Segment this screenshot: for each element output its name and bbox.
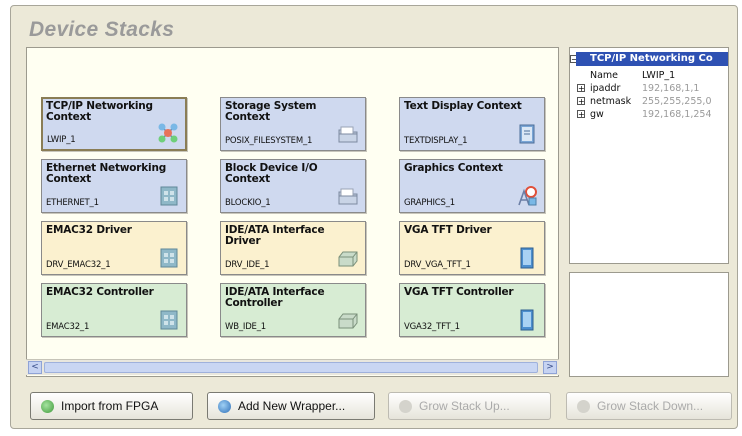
card-instance: BLOCKIO_1 [225,198,271,208]
card-title: Ethernet Networking Context [46,162,167,185]
expand-toggle-icon[interactable]: + [577,84,585,93]
card-instance: VGA32_TFT_1 [404,322,460,332]
stack-card-text-display-context[interactable]: Text Display Context TEXTDISPLAY_1 [399,97,545,151]
scroll-right-button[interactable]: > [543,361,557,374]
property-row-gw[interactable]: + gw 192,168,1,254 [576,108,728,121]
stack-card-vga-tft-driver[interactable]: VGA TFT Driver DRV_VGA_TFT_1 [399,221,545,275]
property-row-name[interactable]: Name LWIP_1 [576,69,728,82]
stack-card-block-device-context[interactable]: Block Device I/O Context BLOCKIO_1 [220,159,366,213]
property-value[interactable]: LWIP_1 [642,69,675,82]
stack-card-emac32-controller[interactable]: EMAC32 Controller EMAC32_1 [41,283,187,337]
card-instance: ETHERNET_1 [46,198,99,208]
button-label: Add New Wrapper... [238,399,346,413]
grow-up-icon [399,400,412,413]
ethernet-icon [160,186,178,206]
card-instance: TEXTDISPLAY_1 [404,136,468,146]
button-label: Import from FPGA [61,399,159,413]
drive-icon [338,251,358,267]
card-title: IDE/ATA Interface Controller [225,286,325,309]
property-value[interactable]: 192,168,1,254 [642,108,712,121]
stack-card-ethernet-context[interactable]: Ethernet Networking Context ETHERNET_1 [41,159,187,213]
card-title: EMAC32 Controller [46,286,154,298]
card-title: Graphics Context [404,162,503,174]
display-icon [520,247,534,269]
stack-card-ide-ata-driver[interactable]: IDE/ATA Interface Driver DRV_IDE_1 [220,221,366,275]
folder-icon [338,188,358,205]
display-icon [520,309,534,331]
card-title: Text Display Context [404,100,522,112]
properties-panel: − TCP/IP Networking Co Name LWIP_1 + ipa… [569,47,729,264]
card-title: Storage System Context [225,100,317,123]
graphics-shapes-icon [518,186,537,206]
card-title: VGA TFT Driver [404,224,492,236]
property-name: netmask [590,96,632,107]
stack-card-storage-context[interactable]: Storage System Context POSIX_FILESYSTEM_… [220,97,366,151]
properties-header[interactable]: TCP/IP Networking Co [576,52,728,66]
card-instance: GRAPHICS_1 [404,198,455,208]
text-display-icon [519,124,535,144]
card-title: IDE/ATA Interface Driver [225,224,325,247]
card-instance: POSIX_FILESYSTEM_1 [225,136,313,146]
property-name: ipaddr [590,83,621,94]
card-instance: EMAC32_1 [46,322,90,332]
grow-stack-down-button[interactable]: Grow Stack Down... [566,392,732,420]
folder-icon [338,126,358,143]
import-icon [41,400,54,413]
card-instance: WB_IDE_1 [225,322,266,332]
horizontal-scrollbar[interactable]: < > [26,359,559,375]
property-name: gw [590,109,604,120]
network-icon [158,123,178,143]
stack-card-emac32-driver[interactable]: EMAC32 Driver DRV_EMAC32_1 [41,221,187,275]
property-name: Name [590,70,619,81]
ethernet-icon [160,248,178,268]
grow-down-icon [577,400,590,413]
add-new-wrapper-button[interactable]: Add New Wrapper... [207,392,375,420]
window-title: Device Stacks [29,18,175,41]
stack-card-vga-tft-controller[interactable]: VGA TFT Controller VGA32_TFT_1 [399,283,545,337]
stack-card-graphics-context[interactable]: Graphics Context GRAPHICS_1 [399,159,545,213]
property-value[interactable]: 255,255,255,0 [642,95,712,108]
grow-stack-up-button[interactable]: Grow Stack Up... [388,392,551,420]
stack-card-ide-ata-controller[interactable]: IDE/ATA Interface Controller WB_IDE_1 [220,283,366,337]
card-instance: DRV_IDE_1 [225,260,270,270]
card-title: TCP/IP Networking Context [46,100,153,123]
card-title: VGA TFT Controller [404,286,514,298]
stack-card-tcpip-context[interactable]: TCP/IP Networking Context LWIP_1 [41,97,187,151]
property-row-netmask[interactable]: + netmask 255,255,255,0 [576,95,728,108]
drive-icon [338,313,358,329]
card-title: EMAC32 Driver [46,224,132,236]
add-icon [218,400,231,413]
card-instance: DRV_EMAC32_1 [46,260,111,270]
button-label: Grow Stack Down... [597,399,704,413]
stack-canvas[interactable]: TCP/IP Networking Context LWIP_1 Storage… [26,47,559,377]
description-panel [569,272,729,377]
property-value[interactable]: 192,168,1,1 [642,82,699,95]
card-instance: LWIP_1 [47,135,76,145]
import-from-fpga-button[interactable]: Import from FPGA [30,392,193,420]
card-instance: DRV_VGA_TFT_1 [404,260,471,270]
expand-toggle-icon[interactable]: + [577,110,585,119]
expand-toggle-icon[interactable]: + [577,97,585,106]
ethernet-icon [160,310,178,330]
property-row-ipaddr[interactable]: + ipaddr 192,168,1,1 [576,82,728,95]
scroll-thumb[interactable] [44,362,538,373]
button-label: Grow Stack Up... [419,399,510,413]
scroll-left-button[interactable]: < [28,361,42,374]
card-title: Block Device I/O Context [225,162,318,185]
